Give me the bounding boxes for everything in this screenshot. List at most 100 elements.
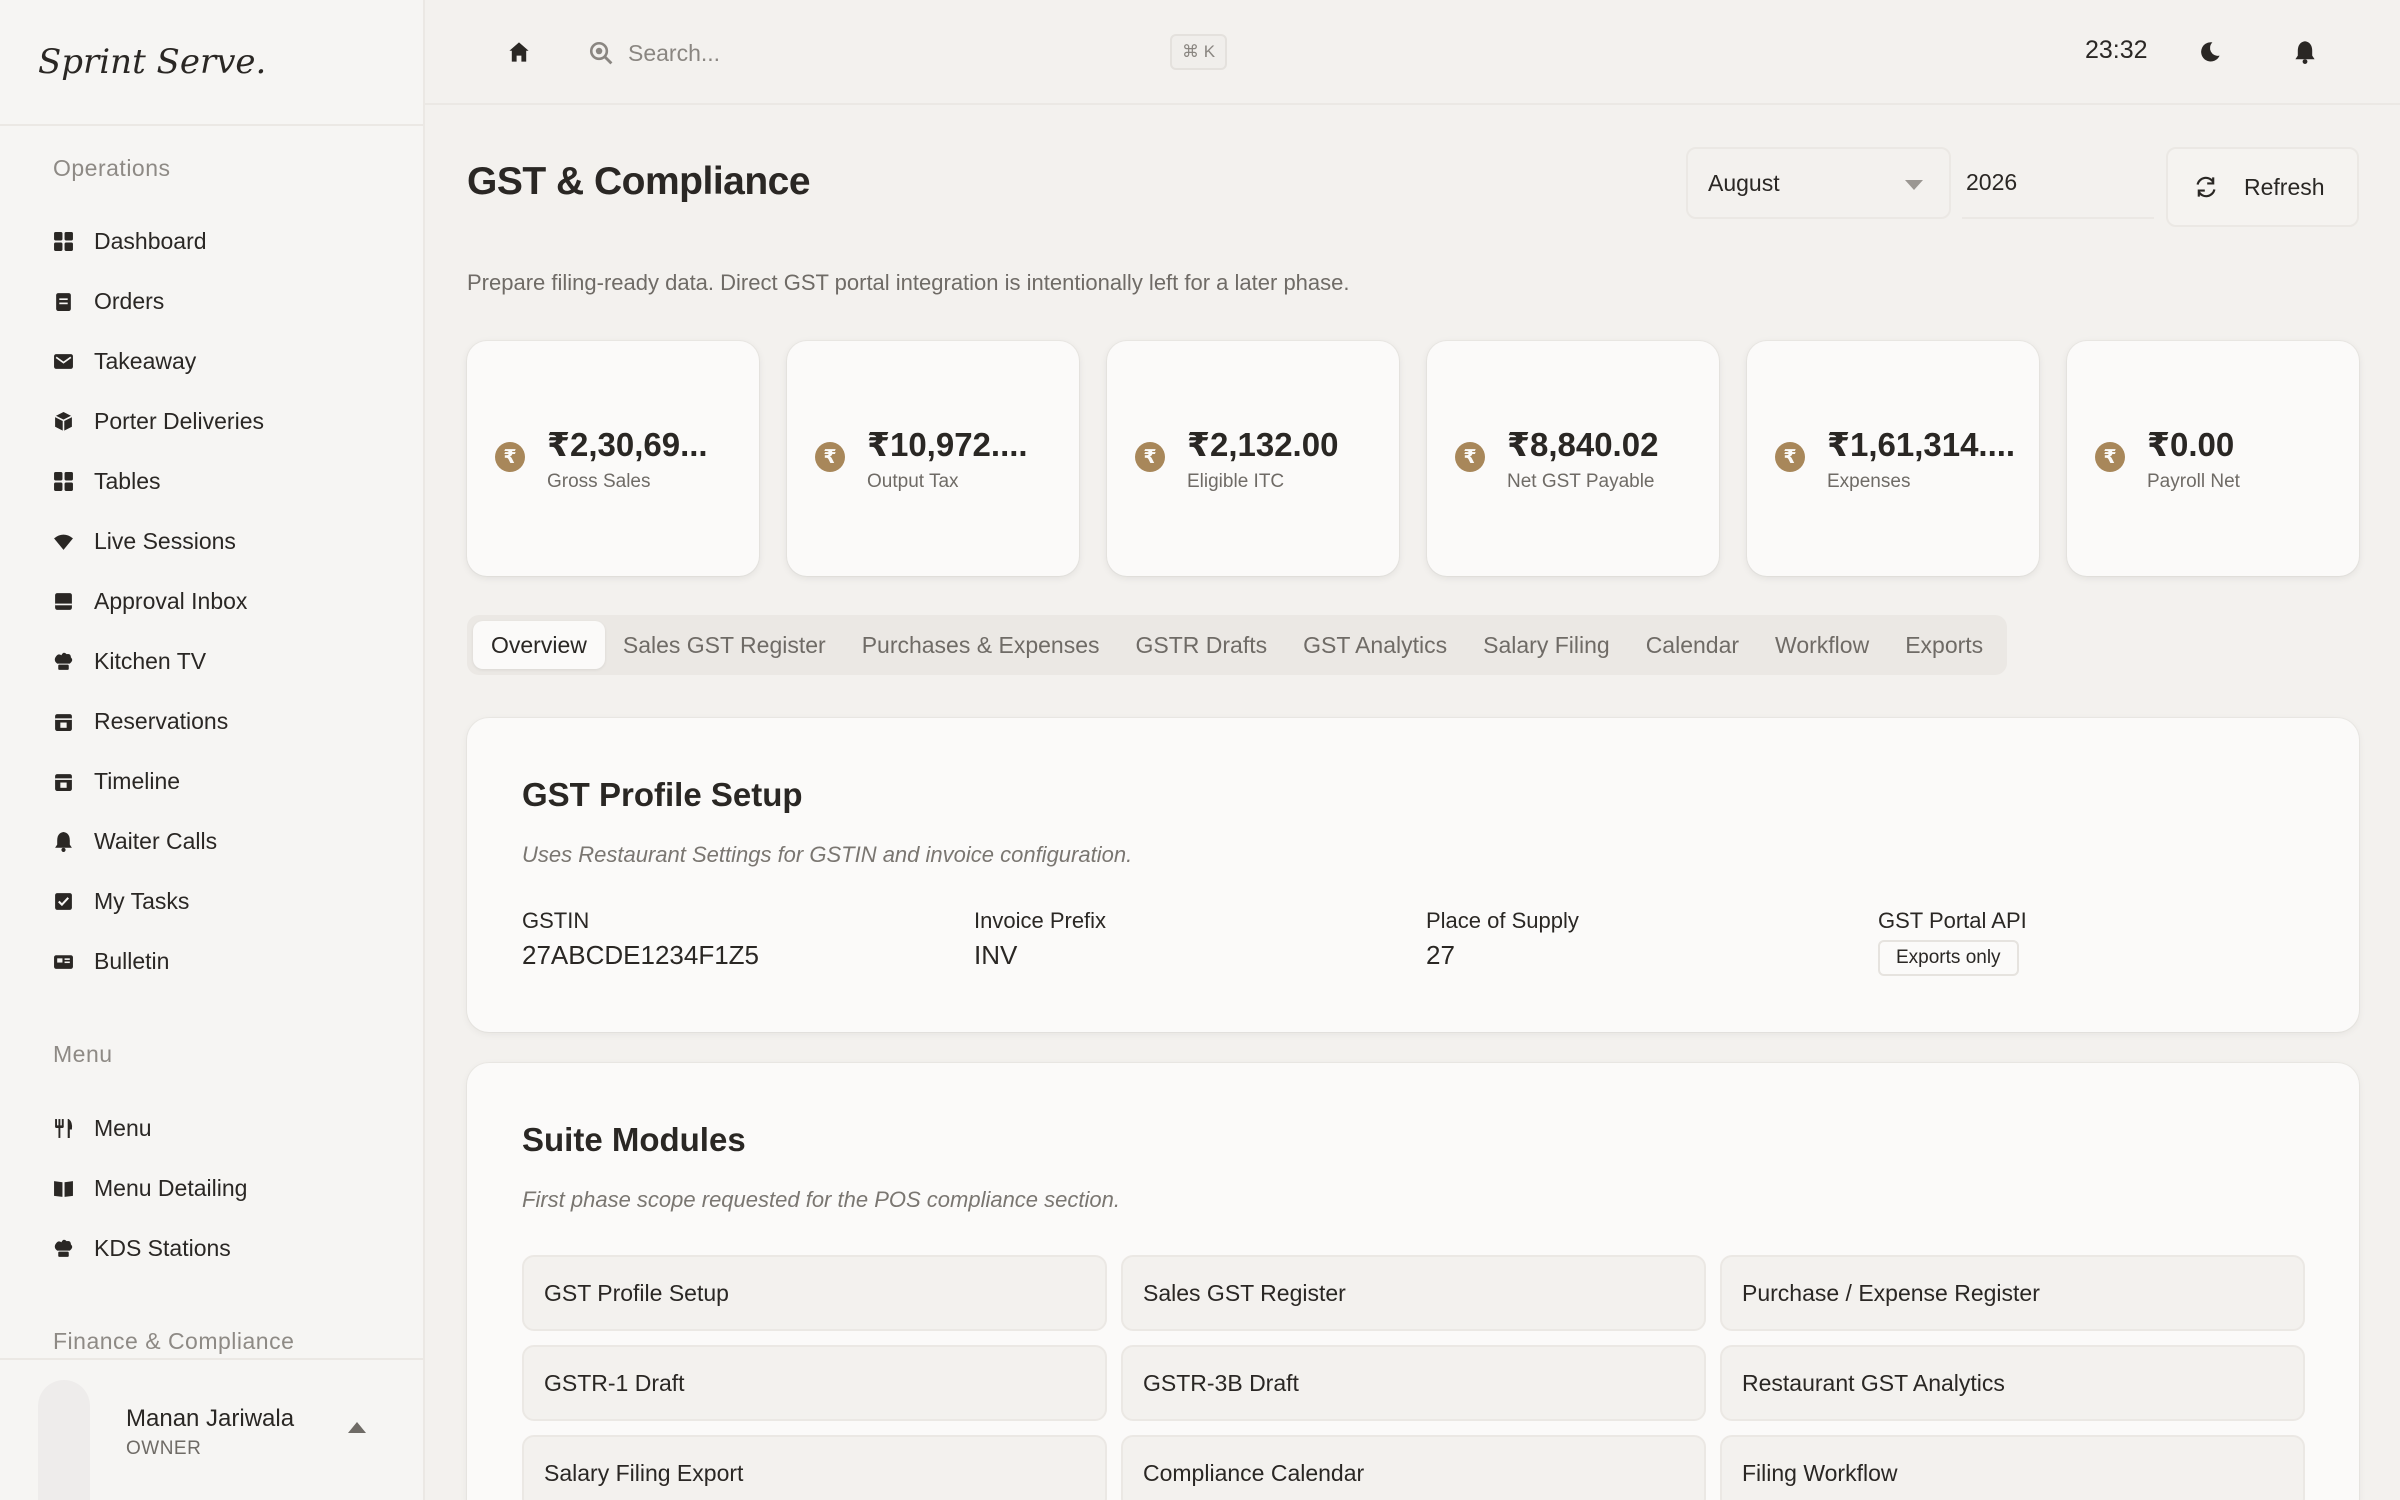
sidebar-item-approval-inbox[interactable]: Approval Inbox <box>40 576 400 626</box>
sidebar-item-dashboard[interactable]: Dashboard <box>40 216 400 266</box>
field-gstin: GSTIN 27ABCDE1234F1Z5 <box>522 908 759 971</box>
stat-label: Payroll Net <box>2147 471 2240 492</box>
stat-card-net-gst-payable: ₹ ₹8,840.02 Net GST Payable <box>1427 341 1719 576</box>
stat-card-eligible-itc: ₹ ₹2,132.00 Eligible ITC <box>1107 341 1399 576</box>
panel-title: Suite Modules <box>522 1121 746 1158</box>
stat-label: Output Tax <box>867 471 959 492</box>
sidebar-item-label: Dashboard <box>94 227 207 254</box>
module-purchase-expense-register[interactable]: Purchase / Expense Register <box>1720 1255 2305 1331</box>
sidebar-item-reservations[interactable]: Reservations <box>40 696 400 746</box>
tab-workflow[interactable]: Workflow <box>1757 621 1887 669</box>
mail-icon <box>52 350 74 372</box>
box-icon <box>52 410 74 432</box>
sidebar-item-label: Menu Detailing <box>94 1174 248 1201</box>
notifications-button[interactable] <box>2287 34 2323 70</box>
user-profile[interactable]: Manan Jariwala OWNER <box>0 1358 423 1500</box>
sidebar-item-bulletin[interactable]: Bulletin <box>40 936 400 986</box>
tab-purchases-expenses[interactable]: Purchases & Expenses <box>844 621 1118 669</box>
suite-modules-panel: Suite Modules First phase scope requeste… <box>467 1063 2359 1500</box>
sidebar-item-label: My Tasks <box>94 887 190 914</box>
sidebar-item-label: Reservations <box>94 707 229 734</box>
rupee-icon: ₹ <box>815 442 845 472</box>
home-button[interactable] <box>503 36 535 68</box>
tab-gstr-drafts[interactable]: GSTR Drafts <box>1117 621 1285 669</box>
sidebar-item-takeaway[interactable]: Takeaway <box>40 336 400 386</box>
module-gst-profile-setup[interactable]: GST Profile Setup <box>522 1255 1107 1331</box>
wifi-icon <box>52 530 74 552</box>
stat-label: Eligible ITC <box>1187 471 1285 492</box>
stat-value: ₹0.00 <box>2147 426 2235 463</box>
sidebar-item-porter-deliveries[interactable]: Porter Deliveries <box>40 396 400 446</box>
grid-icon <box>52 230 74 252</box>
bell-icon <box>2295 41 2315 64</box>
tab-bar: Overview Sales GST Register Purchases & … <box>467 615 2008 675</box>
search-bar[interactable]: ⌘ K <box>583 30 1228 76</box>
sidebar-item-my-tasks[interactable]: My Tasks <box>40 876 400 926</box>
stat-card-expenses: ₹ ₹1,61,314.... Expenses <box>1747 341 2039 576</box>
newspaper-icon <box>52 950 74 972</box>
month-select[interactable]: August <box>1686 147 1951 219</box>
avatar <box>38 1380 90 1500</box>
moon-icon <box>2201 42 2220 62</box>
field-label: Invoice Prefix <box>974 908 1107 933</box>
search-input[interactable] <box>628 39 1128 67</box>
sidebar-item-kitchen-tv[interactable]: Kitchen TV <box>40 636 400 686</box>
year-input[interactable] <box>1962 147 2154 219</box>
sidebar-item-kds-stations[interactable]: KDS Stations <box>40 1223 400 1273</box>
module-gstr3b-draft[interactable]: GSTR-3B Draft <box>1121 1345 1706 1421</box>
field-value: 27 <box>1426 940 1455 970</box>
tab-overview[interactable]: Overview <box>473 621 605 669</box>
tab-gst-analytics[interactable]: GST Analytics <box>1285 621 1465 669</box>
sidebar-item-tables[interactable]: Tables <box>40 456 400 506</box>
field-label: GST Portal API <box>1878 908 2027 933</box>
chevron-up-icon[interactable] <box>348 1422 366 1433</box>
module-salary-filing-export[interactable]: Salary Filing Export <box>522 1435 1107 1500</box>
module-gstr1-draft[interactable]: GSTR-1 Draft <box>522 1345 1107 1421</box>
rupee-icon: ₹ <box>495 442 525 472</box>
panel-title: GST Profile Setup <box>522 776 803 813</box>
field-label: Place of Supply <box>1426 908 1579 933</box>
tab-calendar[interactable]: Calendar <box>1628 621 1757 669</box>
panel-description: Uses Restaurant Settings for GSTIN and i… <box>522 842 1133 867</box>
stat-label: Net GST Payable <box>1507 471 1655 492</box>
page-subtitle: Prepare filing-ready data. Direct GST po… <box>467 270 1350 295</box>
stat-card-payroll-net: ₹ ₹0.00 Payroll Net <box>2067 341 2359 576</box>
field-invoice-prefix: Invoice Prefix INV <box>974 908 1106 971</box>
brand-logo[interactable]: Sprint Serve. <box>0 0 423 126</box>
sidebar-item-label: Timeline <box>94 767 181 794</box>
inbox-icon <box>52 590 74 612</box>
sidebar-item-menu-detailing[interactable]: Menu Detailing <box>40 1163 400 1213</box>
user-name: Manan Jariwala <box>126 1405 295 1432</box>
rupee-icon: ₹ <box>2095 442 2125 472</box>
tab-exports[interactable]: Exports <box>1887 621 2001 669</box>
stat-value: ₹1,61,314.... <box>1827 426 2016 463</box>
sidebar-item-live-sessions[interactable]: Live Sessions <box>40 516 400 566</box>
rupee-icon: ₹ <box>1135 442 1165 472</box>
refresh-icon <box>2196 176 2216 198</box>
bell-icon <box>52 830 74 852</box>
refresh-label: Refresh <box>2244 173 2325 200</box>
tab-sales-gst-register[interactable]: Sales GST Register <box>605 621 844 669</box>
tab-salary-filing[interactable]: Salary Filing <box>1465 621 1628 669</box>
sidebar-item-orders[interactable]: Orders <box>40 276 400 326</box>
module-filing-workflow[interactable]: Filing Workflow <box>1720 1435 2305 1500</box>
home-icon <box>509 42 529 62</box>
refresh-button[interactable]: Refresh <box>2166 147 2359 227</box>
module-sales-gst-register[interactable]: Sales GST Register <box>1121 1255 1706 1331</box>
panel-description: First phase scope requested for the POS … <box>522 1187 1120 1212</box>
gst-profile-panel: GST Profile Setup Uses Restaurant Settin… <box>467 718 2359 1032</box>
sidebar-item-waiter-calls[interactable]: Waiter Calls <box>40 816 400 866</box>
theme-toggle-button[interactable] <box>2192 34 2228 70</box>
sidebar-item-label: Orders <box>94 287 165 314</box>
calendar-icon <box>52 710 74 732</box>
sidebar-item-timeline[interactable]: Timeline <box>40 756 400 806</box>
clock: 23:32 <box>2085 36 2148 64</box>
module-restaurant-gst-analytics[interactable]: Restaurant GST Analytics <box>1720 1345 2305 1421</box>
sidebar-item-label: Porter Deliveries <box>94 407 264 434</box>
clipboard-icon <box>52 290 74 312</box>
sidebar-item-label: Menu <box>94 1114 152 1141</box>
sidebar-item-menu[interactable]: Menu <box>40 1103 400 1153</box>
sidebar-item-label: KDS Stations <box>94 1234 231 1261</box>
module-compliance-calendar[interactable]: Compliance Calendar <box>1121 1435 1706 1500</box>
section-menu: Menu <box>53 1041 113 1067</box>
